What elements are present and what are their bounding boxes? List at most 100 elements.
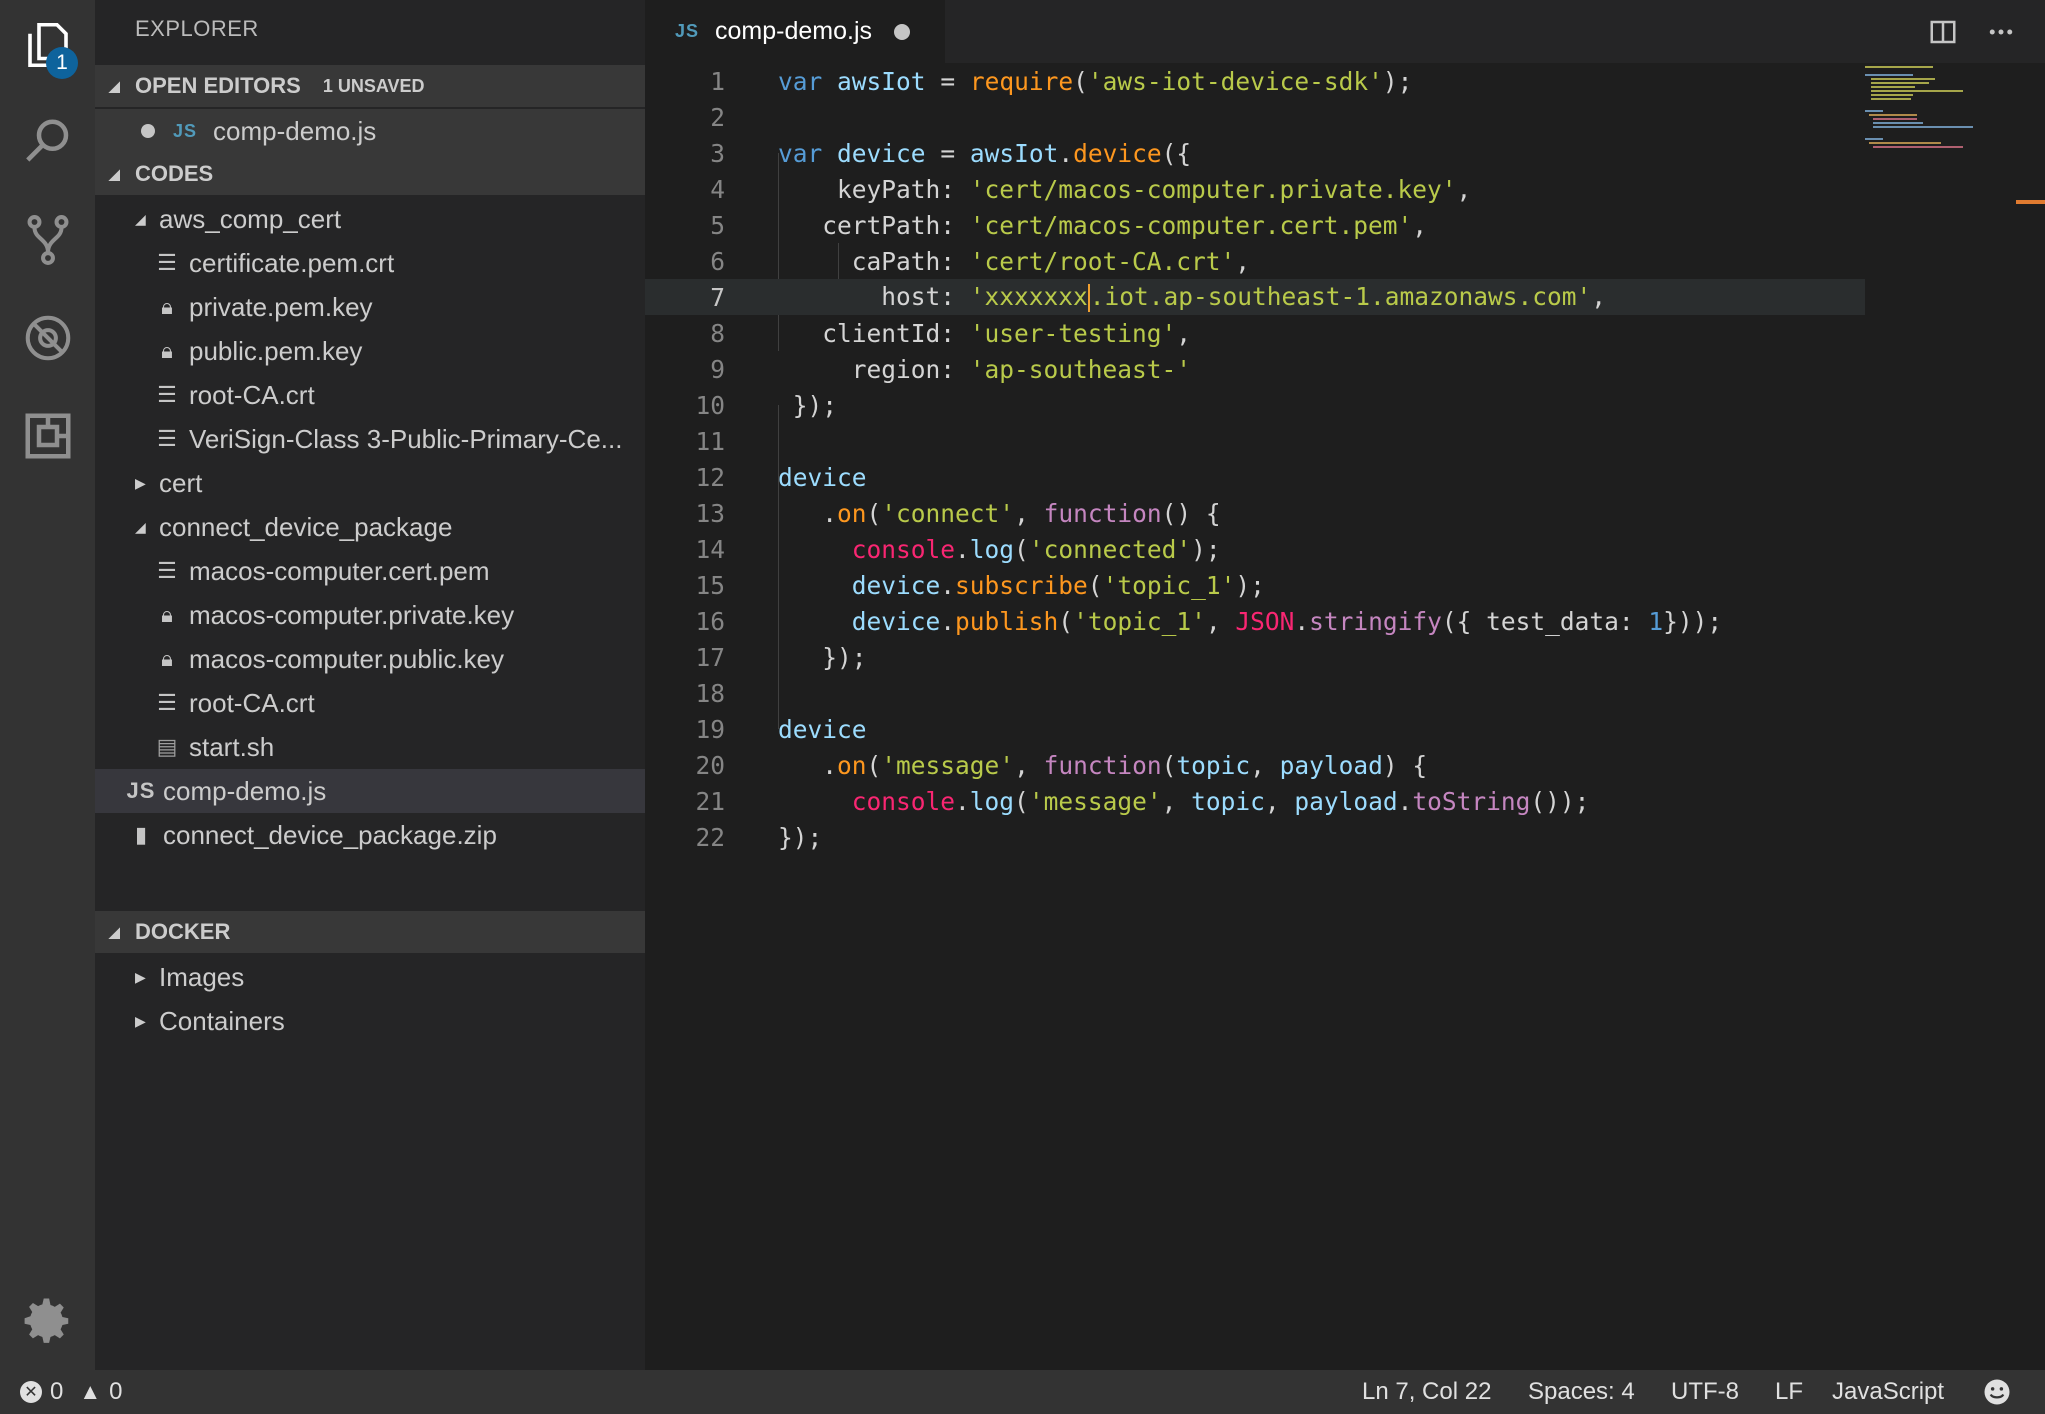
sidebar-title: EXPLORER bbox=[135, 16, 259, 41]
problems-indicator[interactable]: ✕ 0 ▲ 0 bbox=[20, 1370, 123, 1414]
tree-item-macos-cert[interactable]: ☰ macos-computer.cert.pem bbox=[95, 549, 645, 593]
error-count: 0 bbox=[50, 1378, 64, 1405]
tree-item-label: macos-computer.private.key bbox=[189, 599, 515, 630]
chevron-right-icon: ▶ bbox=[135, 474, 146, 491]
code-line: 22}); bbox=[695, 822, 823, 852]
split-editor-icon[interactable] bbox=[1925, 14, 1961, 50]
code-line: 9 region: 'ap-southeast-' bbox=[710, 354, 1192, 384]
code-line: 5 certPath: 'cert/macos-computer.cert.pe… bbox=[710, 210, 1428, 240]
chevron-down-icon: ◢ bbox=[109, 165, 120, 182]
code-editor[interactable]: 1 var awsIot = require('aws-iot-device-sd… bbox=[645, 63, 2045, 1370]
chevron-right-icon: ▶ bbox=[135, 1012, 146, 1029]
docker-images[interactable]: ▶ Images bbox=[95, 955, 645, 999]
tree-item-root-ca[interactable]: ☰ root-CA.crt bbox=[95, 373, 645, 417]
minimap[interactable] bbox=[1863, 63, 1983, 163]
lock-icon: 🔒︎ bbox=[161, 338, 173, 363]
code-line: 16 device.publish('topic_1', JSON.string… bbox=[695, 606, 1723, 636]
chevron-down-icon: ◢ bbox=[135, 210, 146, 227]
code-line: 17 }); bbox=[695, 642, 867, 672]
code-line: 2 bbox=[710, 102, 725, 132]
file-lines-icon: ☰ bbox=[157, 382, 177, 407]
code-line: 15 device.subscribe('topic_1'); bbox=[695, 570, 1265, 600]
tree-item-label: macos-computer.cert.pem bbox=[189, 555, 490, 586]
unsaved-dot-icon[interactable] bbox=[894, 23, 911, 40]
code-line: 11 bbox=[695, 426, 725, 456]
unsaved-dot-icon[interactable] bbox=[141, 124, 155, 138]
code-line: 18 bbox=[695, 678, 725, 708]
search-icon[interactable] bbox=[0, 97, 95, 187]
tree-item-private-key[interactable]: 🔒︎ private.pem.key bbox=[95, 285, 645, 329]
cursor-position[interactable]: Ln 7, Col 22 bbox=[1362, 1370, 1491, 1414]
tree-item-label: Containers bbox=[159, 1005, 285, 1036]
tree-item-macos-private-key[interactable]: 🔒︎ macos-computer.private.key bbox=[95, 593, 645, 637]
feedback-smiley-icon[interactable] bbox=[1982, 1370, 2012, 1414]
tree-item-comp-demo[interactable]: JS comp-demo.js bbox=[95, 769, 645, 813]
open-editors-header[interactable]: ◢ OPEN EDITORS 1 UNSAVED bbox=[95, 65, 645, 107]
code-line: 21 console.log('message', topic, payload… bbox=[695, 786, 1590, 816]
chevron-right-icon: ▶ bbox=[135, 968, 146, 985]
file-lines-icon: ☰ bbox=[157, 250, 177, 275]
folder-aws-comp-cert[interactable]: ◢ aws_comp_cert bbox=[95, 197, 645, 241]
tree-item-label: root-CA.crt bbox=[189, 379, 315, 410]
line-ending[interactable]: LF bbox=[1775, 1370, 1803, 1414]
warning-icon: ▲ bbox=[79, 1379, 102, 1404]
js-file-icon: JS bbox=[126, 778, 156, 803]
file-lines-icon: ☰ bbox=[157, 426, 177, 451]
explorer-badge: 1 bbox=[46, 47, 78, 79]
encoding[interactable]: UTF-8 bbox=[1671, 1370, 1739, 1414]
debug-icon[interactable] bbox=[0, 293, 95, 383]
codes-label: CODES bbox=[135, 161, 214, 186]
open-editors-label: OPEN EDITORS bbox=[135, 73, 301, 98]
tree-item-macos-public-key[interactable]: 🔒︎ macos-computer.public.key bbox=[95, 637, 645, 681]
warning-count: 0 bbox=[109, 1378, 123, 1405]
open-editor-item[interactable]: JS comp-demo.js bbox=[95, 109, 645, 153]
gear-icon[interactable] bbox=[0, 1276, 95, 1366]
chevron-down-icon: ◢ bbox=[109, 77, 120, 94]
code-line-current: 7 host: 'xxxxxxx.iot.ap-southeast-1.amaz… bbox=[645, 279, 1865, 315]
more-actions-icon[interactable] bbox=[1983, 14, 2019, 50]
language-mode[interactable]: JavaScript bbox=[1832, 1370, 1944, 1414]
tree-item-verisign[interactable]: ☰ VeriSign-Class 3-Public-Primary-Ce... bbox=[95, 417, 645, 461]
tree-item-label: public.pem.key bbox=[189, 335, 363, 366]
source-control-icon[interactable] bbox=[0, 195, 95, 285]
tree-item-label: macos-computer.public.key bbox=[189, 643, 505, 674]
js-file-icon: JS bbox=[675, 21, 700, 41]
code-line: 19 device bbox=[695, 714, 867, 744]
tree-item-label: comp-demo.js bbox=[163, 775, 327, 806]
docker-containers[interactable]: ▶ Containers bbox=[95, 999, 645, 1043]
code-line: 12 device bbox=[695, 462, 867, 492]
folder-cert[interactable]: ▶ cert bbox=[95, 461, 645, 505]
zip-file-icon: ▮ bbox=[134, 822, 148, 847]
folder-connect-device-package[interactable]: ◢ connect_device_package bbox=[95, 505, 645, 549]
shell-file-icon: ▤ bbox=[156, 734, 178, 759]
tree-item-label: connect_device_package bbox=[159, 511, 453, 542]
chevron-down-icon: ◢ bbox=[135, 518, 146, 535]
tree-item-certificate[interactable]: ☰ certificate.pem.crt bbox=[95, 241, 645, 285]
tree-item-label: aws_comp_cert bbox=[159, 203, 342, 234]
docker-header[interactable]: ◢ DOCKER bbox=[95, 911, 645, 953]
tree-item-root-ca-2[interactable]: ☰ root-CA.crt bbox=[95, 681, 645, 725]
tree-item-zip[interactable]: ▮ connect_device_package.zip bbox=[95, 813, 645, 857]
indentation[interactable]: Spaces: 4 bbox=[1528, 1370, 1635, 1414]
error-icon: ✕ bbox=[20, 1381, 42, 1403]
tree-item-start-sh[interactable]: ▤ start.sh bbox=[95, 725, 645, 769]
tree-item-label: cert bbox=[159, 467, 203, 498]
code-line: 14 console.log('connected'); bbox=[695, 534, 1221, 564]
tree-item-label: certificate.pem.crt bbox=[189, 247, 395, 278]
tab-comp-demo[interactable]: JS comp-demo.js bbox=[645, 0, 945, 63]
code-line: 8 clientId: 'user-testing', bbox=[710, 318, 1192, 348]
status-bar: ✕ 0 ▲ 0 Ln 7, Col 22 Spaces: 4 UTF-8 LF … bbox=[0, 1370, 2045, 1414]
code-line: 1 var awsIot = require('aws-iot-device-sd… bbox=[710, 66, 1413, 96]
codes-header[interactable]: ◢ CODES bbox=[95, 153, 645, 195]
files-icon[interactable]: 1 bbox=[0, 0, 95, 90]
js-file-icon: JS bbox=[173, 120, 198, 141]
code-line: 6 caPath: 'cert/root-CA.crt', bbox=[710, 246, 1251, 276]
tree-item-public-key[interactable]: 🔒︎ public.pem.key bbox=[95, 329, 645, 373]
tree-item-label: private.pem.key bbox=[189, 291, 373, 322]
code-line: 20 .on('message', function(topic, payloa… bbox=[695, 750, 1428, 780]
extensions-icon[interactable] bbox=[0, 391, 95, 481]
tree-item-label: connect_device_package.zip bbox=[163, 819, 497, 850]
file-lines-icon: ☰ bbox=[157, 690, 177, 715]
unsaved-count: 1 UNSAVED bbox=[322, 75, 425, 96]
chevron-down-icon: ◢ bbox=[109, 923, 120, 940]
